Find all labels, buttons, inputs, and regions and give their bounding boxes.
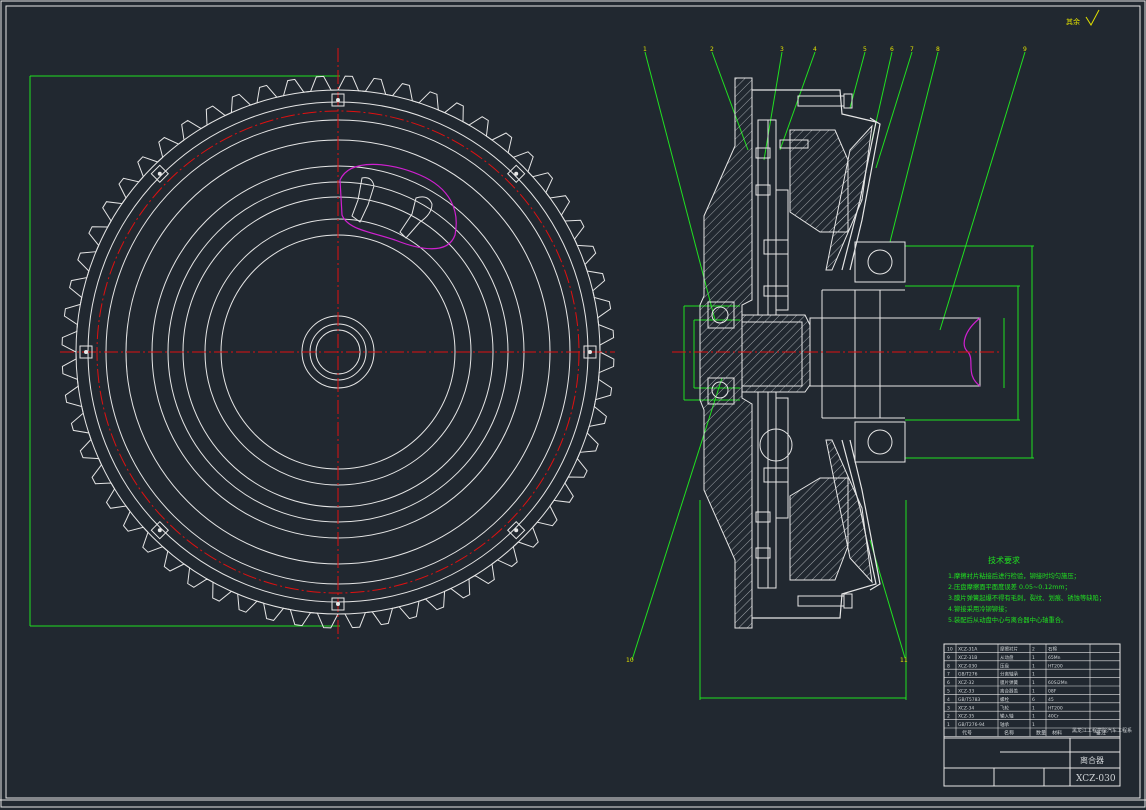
bolt-hole	[336, 98, 340, 102]
table-cell: 1	[1032, 714, 1035, 720]
table-cell: 8	[947, 663, 950, 669]
balloon-11: 11	[900, 657, 908, 664]
title-block: 10 XCZ-31A 摩擦衬片 2 石棉 9 XCZ-31B 从动盘 1 65Mn 8 XCZ-030…	[943, 643, 1132, 787]
balloon-10: 10	[626, 657, 634, 664]
balloon-9: 9	[1023, 46, 1027, 53]
table-cell: 08F	[1048, 689, 1057, 695]
table-cell: HT200	[1048, 705, 1063, 711]
drawing-number: XCZ-030	[1076, 774, 1116, 784]
table-cell: 离合器盖	[1000, 688, 1018, 695]
table-cell: XCZ-31A	[958, 647, 978, 653]
parts-list-table: 10 XCZ-31A 摩擦衬片 2 石棉 9 XCZ-31B 从动盘 1 65Mn 8 XCZ-030…	[943, 643, 1121, 737]
table-cell: 2	[1032, 647, 1035, 653]
table-cell: 60Si2Mn	[1048, 680, 1068, 686]
institution-name: 黑龙江工程学院汽车工程系	[1072, 727, 1132, 734]
table-header-cell: 材料	[1052, 730, 1062, 737]
balloon-8: 8	[936, 46, 940, 53]
table-cell: XCZ-33	[958, 689, 974, 695]
table-cell: XCZ-31B	[958, 655, 977, 661]
table-cell: 石棉	[1048, 646, 1057, 653]
table-cell: 1	[1032, 722, 1035, 728]
table-header-cell: 名称	[1004, 730, 1014, 737]
table-cell: 摩擦衬片	[1000, 646, 1018, 653]
table-cell: 压盘	[1000, 662, 1009, 669]
table-cell: 65Mn	[1048, 655, 1061, 661]
balloon-2: 2	[710, 46, 714, 53]
balloon-4: 4	[813, 46, 817, 53]
roughness-symbol-icon	[1085, 9, 1100, 26]
table-cell: 5	[947, 689, 950, 695]
drawing-title: 离合器	[1080, 755, 1104, 765]
bolt-hole	[588, 350, 592, 354]
bolt-hole	[514, 528, 519, 533]
table-cell: 从动盘	[1000, 654, 1014, 661]
bolt-hole	[84, 350, 88, 354]
balloon-5: 5	[863, 46, 867, 53]
bolt-hole	[157, 171, 162, 176]
bolt-hole	[336, 602, 340, 606]
tech-req-item: 2.压盘摩擦面平面度误差 0.05~0.12mm；	[948, 582, 1071, 591]
bolt-hole	[157, 528, 162, 533]
rivet-cutaway-detail	[339, 163, 457, 250]
tech-req-item: 1.摩擦衬片粘接后进行检验，铆接时均匀施压；	[948, 571, 1080, 580]
balloon-1: 1	[643, 46, 647, 53]
table-cell: 1	[1032, 663, 1035, 669]
tech-req-item: 5.装配后从动盘中心与离合器中心轴重合。	[948, 615, 1067, 624]
table-cell: 40Cr	[1048, 714, 1059, 720]
table-cell: 6	[947, 680, 950, 686]
table-cell: GB/T5783	[958, 697, 980, 703]
hub-spline	[741, 314, 811, 393]
table-cell: 45	[1048, 697, 1054, 703]
table-cell: GB/T276-94	[958, 722, 985, 728]
roughness-label: 其余	[1066, 17, 1080, 26]
balloon-6: 6	[890, 46, 894, 53]
table-cell: 1	[1032, 680, 1035, 686]
table-cell: XCZ-32	[958, 680, 974, 686]
flywheel-front-view	[29, 48, 615, 640]
balloon-3: 3	[780, 46, 784, 53]
table-cell: 输入轴	[1000, 713, 1014, 720]
table-cell: HT200	[1048, 663, 1063, 669]
table-cell: 飞轮	[1000, 704, 1009, 711]
technical-requirements: 技术要求 1.摩擦衬片粘接后进行检验，铆接时均匀施压； 2.压盘摩擦面平面度误差…	[948, 555, 1105, 624]
table-header-cell: 数量	[1036, 730, 1046, 737]
table-cell: 螺栓	[1000, 696, 1009, 703]
tech-req-item: 4.铆接采用冷铆铆接；	[948, 604, 1011, 613]
table-cell: 分离轴承	[1000, 671, 1018, 678]
table-cell: 1	[1032, 689, 1035, 695]
table-cell: XCZ-030	[958, 663, 977, 669]
table-cell: 1	[947, 722, 950, 728]
flywheel-center-lines	[60, 48, 615, 640]
table-cell: XCZ-34	[958, 705, 974, 711]
rivet-slots	[351, 177, 433, 239]
balloon-7: 7	[910, 46, 914, 53]
table-cell: 1	[1032, 655, 1035, 661]
table-cell: 1	[1032, 672, 1035, 678]
roughness-note: 其余	[1066, 9, 1100, 26]
table-cell: 3	[947, 705, 950, 711]
tech-req-title: 技术要求	[988, 555, 1020, 565]
table-cell: 9	[947, 655, 950, 661]
table-cell: 2	[947, 714, 950, 720]
table-cell: 1	[1032, 705, 1035, 711]
table-cell: 10	[947, 647, 953, 653]
table-cell: 膜片弹簧	[1000, 679, 1018, 686]
bolt-hole	[514, 171, 519, 176]
tech-req-item: 3.膜片弹簧起爆不得有毛刺，裂纹、划痕、锈蚀等缺陷；	[948, 593, 1105, 602]
table-cell: 7	[947, 672, 950, 678]
table-cell: 4	[947, 697, 950, 703]
cad-drawing-canvas: 其余 1 2 3 4 5 6 7 8 9 10 11 技术要求 1.摩擦衬片粘接…	[0, 0, 1146, 808]
table-cell: XCZ-35	[958, 714, 974, 720]
table-header-cell: 代号	[962, 730, 972, 737]
input-shaft	[809, 289, 981, 419]
table-cell: GB/T276	[958, 672, 978, 678]
table-cell: 6	[1032, 697, 1035, 703]
table-cell: 轴承	[1000, 721, 1009, 728]
